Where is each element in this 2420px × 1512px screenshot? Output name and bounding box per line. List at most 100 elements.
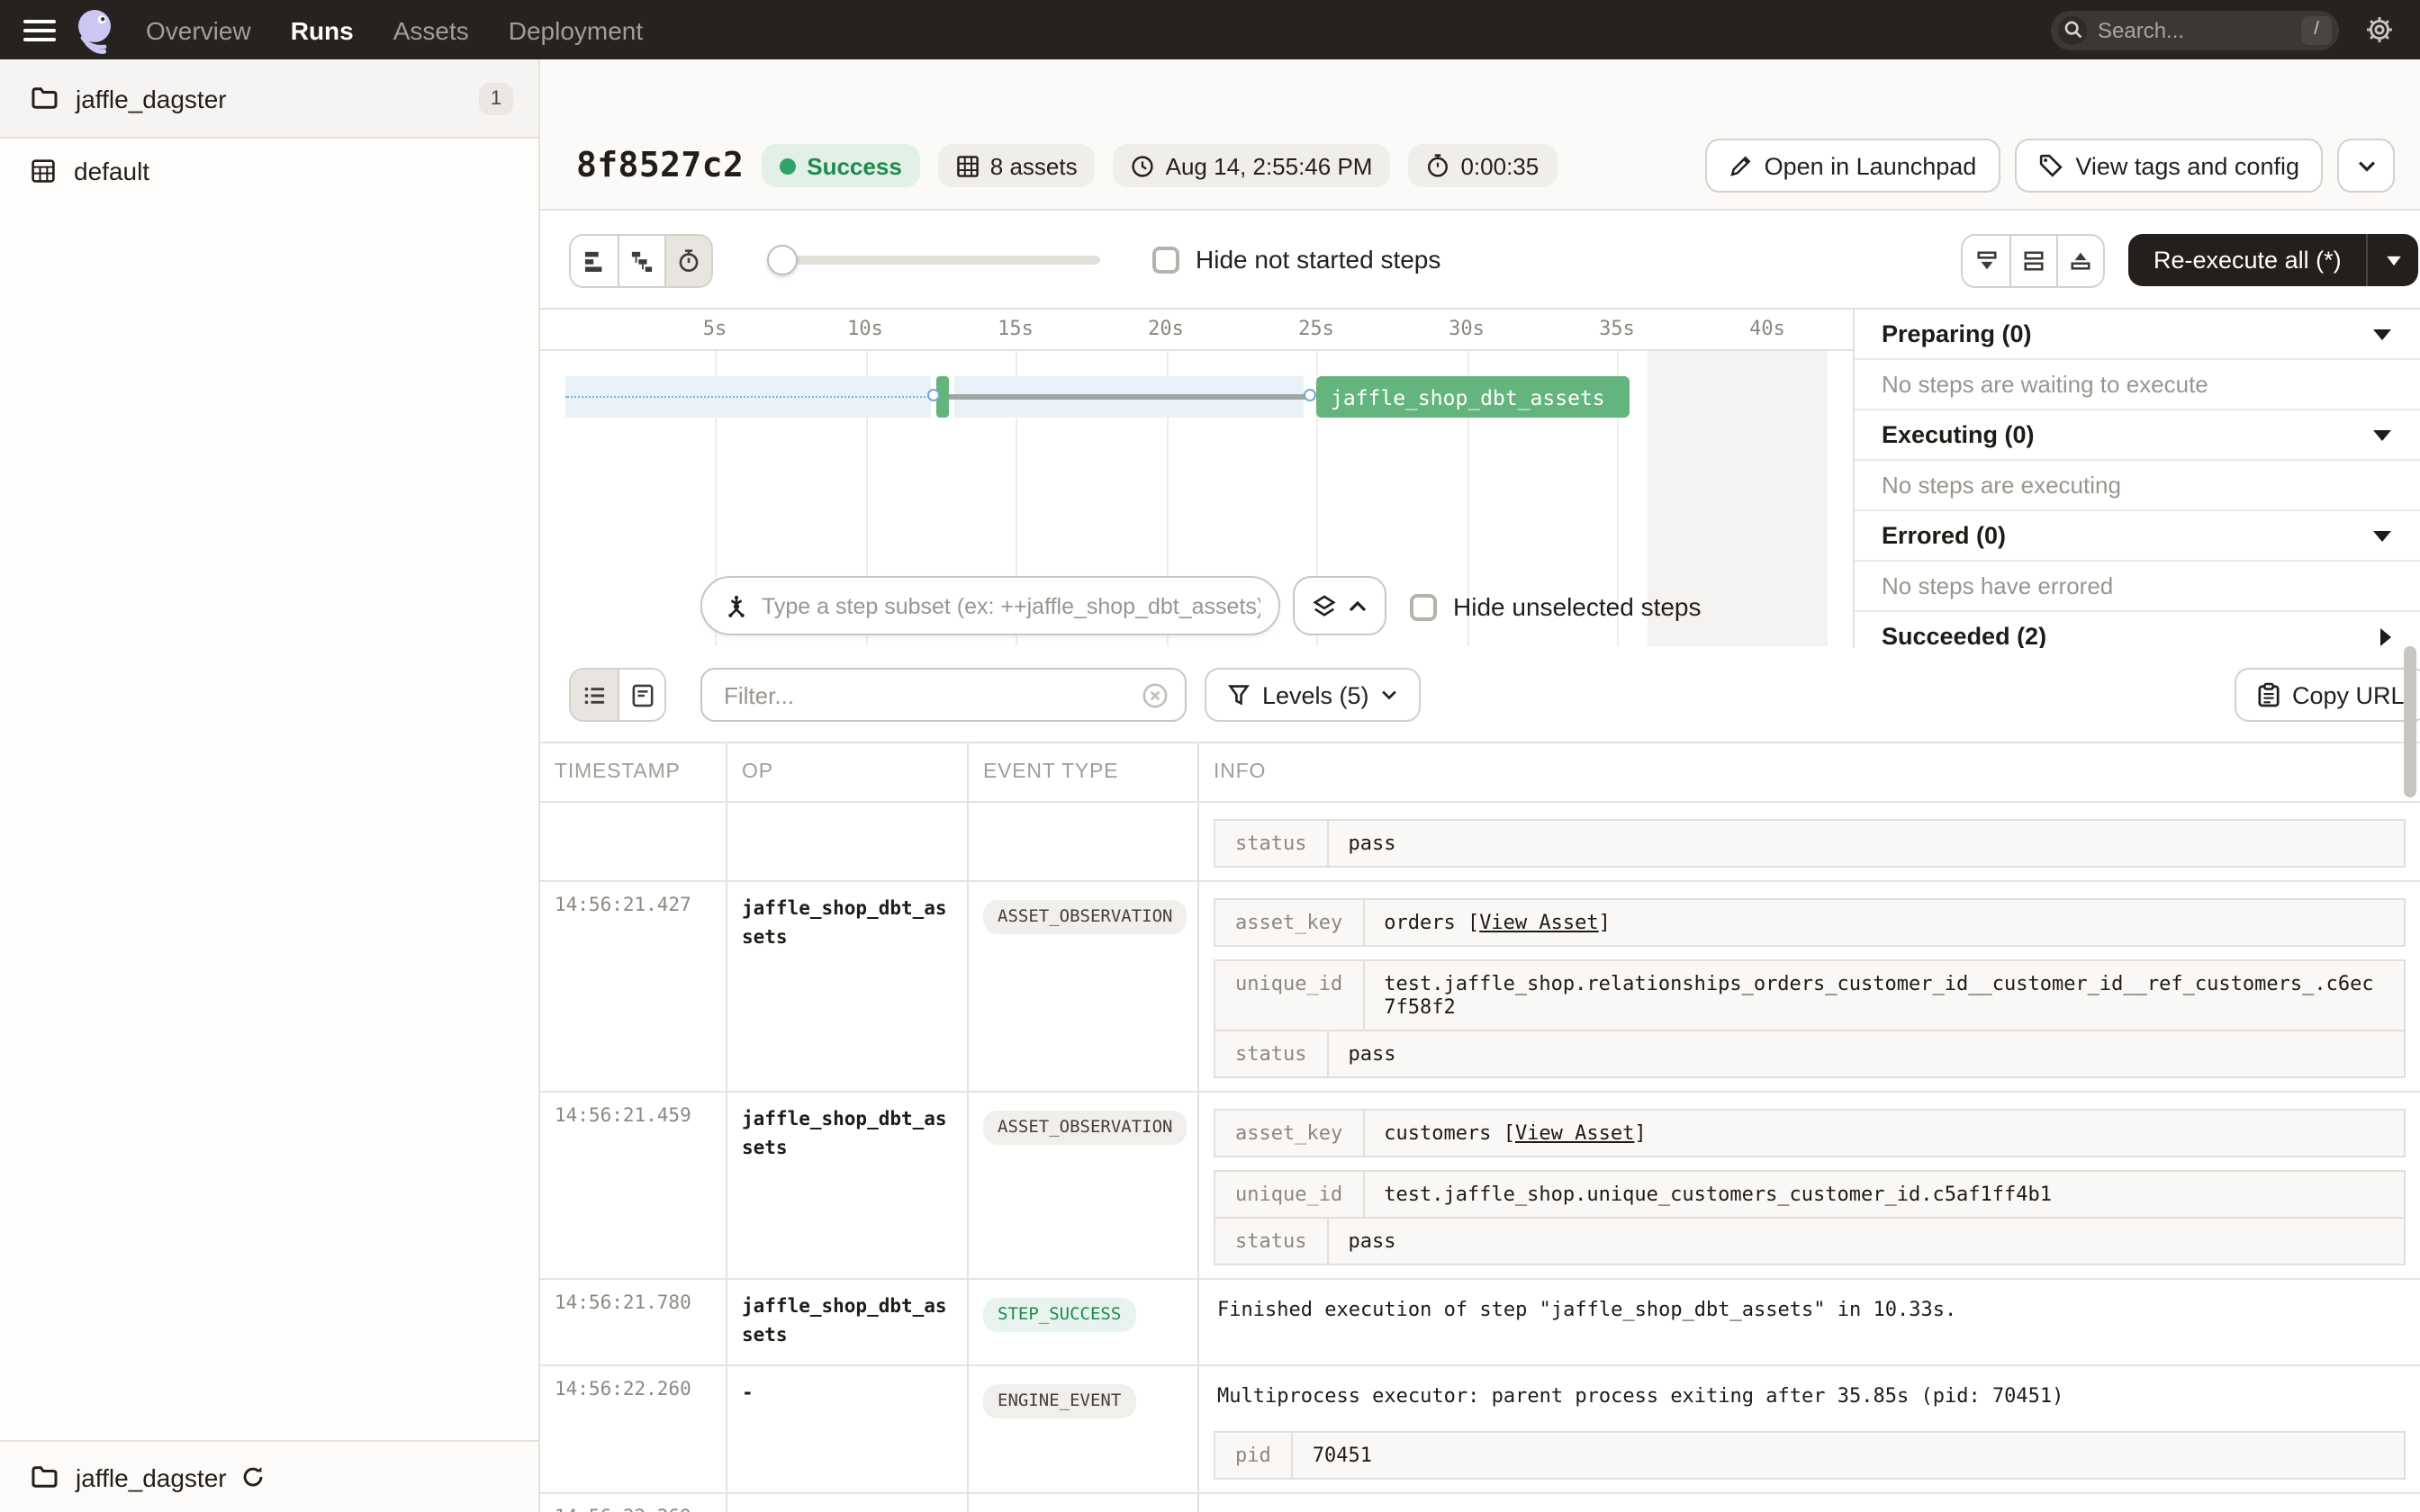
panel-section-title: Errored (0) [1882,522,2007,549]
expand-rows-button[interactable] [2009,236,2056,286]
run-header: 8f8527c2 Success 8 assets Aug 14, 2:55:4… [540,59,2420,211]
sidebar-item-default[interactable]: default [0,139,538,203]
levels-filter-button[interactable]: Levels (5) [1205,668,1422,722]
pencil-icon [1729,155,1751,176]
metadata-row: status pass [1215,1219,2404,1264]
dagster-logo-icon[interactable] [74,6,117,53]
open-in-launchpad-button[interactable]: Open in Launchpad [1704,139,2000,193]
event-log-table: TIMESTAMP OP EVENT TYPE INFO status pass 14:56… [540,742,2420,1512]
log-op: - [727,1494,969,1512]
gantt-waterfall-view-button[interactable] [618,236,664,286]
run-actions-menu-button[interactable] [2337,139,2395,193]
log-structured-view-button[interactable] [618,670,664,720]
search-input[interactable] [2087,17,2301,42]
panel-section-caption: No steps are waiting to execute [1855,360,2420,410]
panel-section-preparing[interactable]: Preparing (0) [1855,310,2420,360]
panel-section-caption: No steps have errored [1855,562,2420,612]
nav-item-deployment[interactable]: Deployment [509,15,643,44]
caret-down-icon [2373,328,2391,339]
log-event-type-cell: ASSET_OBSERVATION [969,1093,1199,1278]
asset-count-badge[interactable]: 8 assets [937,144,1096,187]
caret-right-icon [2380,627,2391,645]
collapse-up-button[interactable] [2056,236,2103,286]
hide-unselected-checkbox[interactable]: Hide unselected steps [1410,592,1702,621]
menu-icon[interactable] [23,19,56,40]
step-bar-jaffle-shop-dbt-assets[interactable]: jaffle_shop_dbt_assets [1316,376,1630,418]
log-row[interactable]: 14:56:21.427 jaffle_shop_dbt_assets ASSET_… [540,882,2420,1093]
log-event-type-cell [969,803,1199,880]
panel-section-title: Executing (0) [1882,421,2035,448]
checkbox-icon[interactable] [1152,246,1179,273]
step-subset-input-wrap[interactable] [700,576,1280,635]
folder-icon [32,1466,58,1488]
nav-item-overview[interactable]: Overview [146,15,251,44]
caret-down-icon [2373,530,2391,541]
clock-icon [1133,155,1154,176]
sidebar-footer: jaffle_dagster [0,1440,538,1512]
slider-knob[interactable] [767,245,798,275]
metadata-key: unique_id [1215,1172,1365,1217]
log-row[interactable]: 14:56:22.269-RUN_SUCCESS Finished executi… [540,1494,2420,1512]
clear-filter-icon[interactable] [1142,681,1169,708]
collapse-down-button[interactable] [1963,236,2009,286]
event-type-badge: ASSET_OBSERVATION [983,1111,1187,1145]
metadata-value: test.jaffle_shop.relationships_orders_cu… [1384,972,2374,1019]
log-info-cell: Finished execution of run for "__ASSET_J… [1199,1494,2420,1512]
axis-tick-label: 15s [998,317,1034,340]
caret-down-icon [2373,429,2391,440]
step-subset-input[interactable] [749,593,1260,618]
step-state-panel: Preparing (0) No steps are waiting to exe… [1853,310,2420,662]
gantt-zoom-slider[interactable] [767,245,1100,275]
re-execute-all-button[interactable]: Re-execute all (*) [2128,234,2419,286]
copy-url-button[interactable]: Copy URL [2235,668,2420,722]
nav-item-assets[interactable]: Assets [393,15,469,44]
hide-not-started-checkbox[interactable]: Hide not started steps [1152,245,1440,274]
search-box[interactable]: / [2051,10,2339,50]
panel-section-errored[interactable]: Errored (0) [1855,511,2420,562]
graph-query-toggle-button[interactable] [1293,576,1386,635]
vertical-scrollbar[interactable] [2404,646,2416,797]
log-list-view-button[interactable] [571,670,618,720]
re-execute-menu-caret[interactable] [2369,255,2419,266]
view-tags-config-button[interactable]: View tags and config [2014,139,2323,193]
repo-label: jaffle_dagster [76,84,227,112]
reload-icon[interactable] [241,1465,265,1489]
log-row[interactable]: 14:56:22.260- ENGINE_EVENT Multiprocess ex… [540,1365,2420,1495]
stopwatch-icon [1428,154,1449,177]
log-row[interactable]: 14:56:21.780 jaffle_shop_dbt_assets STEP_S… [540,1280,2420,1366]
log-event-type-cell: ASSET_OBSERVATION [969,882,1199,1091]
metadata-table: unique_id test.jaffle_shop.unique_custome… [1214,1170,2406,1219]
waiting-dotted-line [564,396,929,398]
nav-item-runs[interactable]: Runs [291,15,354,44]
log-row[interactable]: status pass [540,803,2420,882]
column-header: EVENT TYPE [969,743,1199,801]
start-time-badge: Aug 14, 2:55:46 PM [1113,144,1391,187]
log-timestamp: 14:56:21.459 [540,1093,727,1278]
log-filter-box[interactable] [700,668,1187,722]
metadata-table: unique_id test.jaffle_shop.relationships_… [1214,959,2406,1031]
log-view-mode-group [569,668,666,722]
gantt-timed-view-button[interactable] [664,236,711,286]
repo-count-badge: 1 [479,82,513,114]
dependency-joint-icon [926,389,940,401]
sidebar-repo-jaffle-dagster[interactable]: jaffle_dagster 1 [0,59,538,139]
metadata-value: customers [View Asset] [1384,1121,1647,1145]
event-type-badge: ENGINE_EVENT [983,1383,1136,1418]
log-row[interactable]: 14:56:21.459 jaffle_shop_dbt_assets ASSET_… [540,1093,2420,1280]
checkbox-icon[interactable] [1410,593,1437,620]
view-asset-link[interactable]: View Asset [1479,911,1598,934]
settings-gear-icon[interactable] [2364,14,2395,45]
log-info-cell: Finished execution of step "jaffle_shop_… [1199,1280,2420,1364]
gantt-flat-view-button[interactable] [571,236,618,286]
layers-icon [1313,594,1336,616]
log-timestamp: 14:56:22.260 [540,1365,727,1493]
left-sidebar: jaffle_dagster 1 default jaffle_dagster [0,59,540,1512]
folder-icon [32,87,58,109]
view-asset-link[interactable]: View Asset [1515,1121,1634,1145]
search-shortcut-badge: / [2301,15,2332,44]
footer-repo-label: jaffle_dagster [76,1462,227,1491]
log-timestamp: 14:56:21.780 [540,1280,727,1364]
log-toolbar: Levels (5) Copy URL [540,648,2420,742]
log-filter-input[interactable] [724,681,1142,708]
panel-section-executing[interactable]: Executing (0) [1855,410,2420,461]
